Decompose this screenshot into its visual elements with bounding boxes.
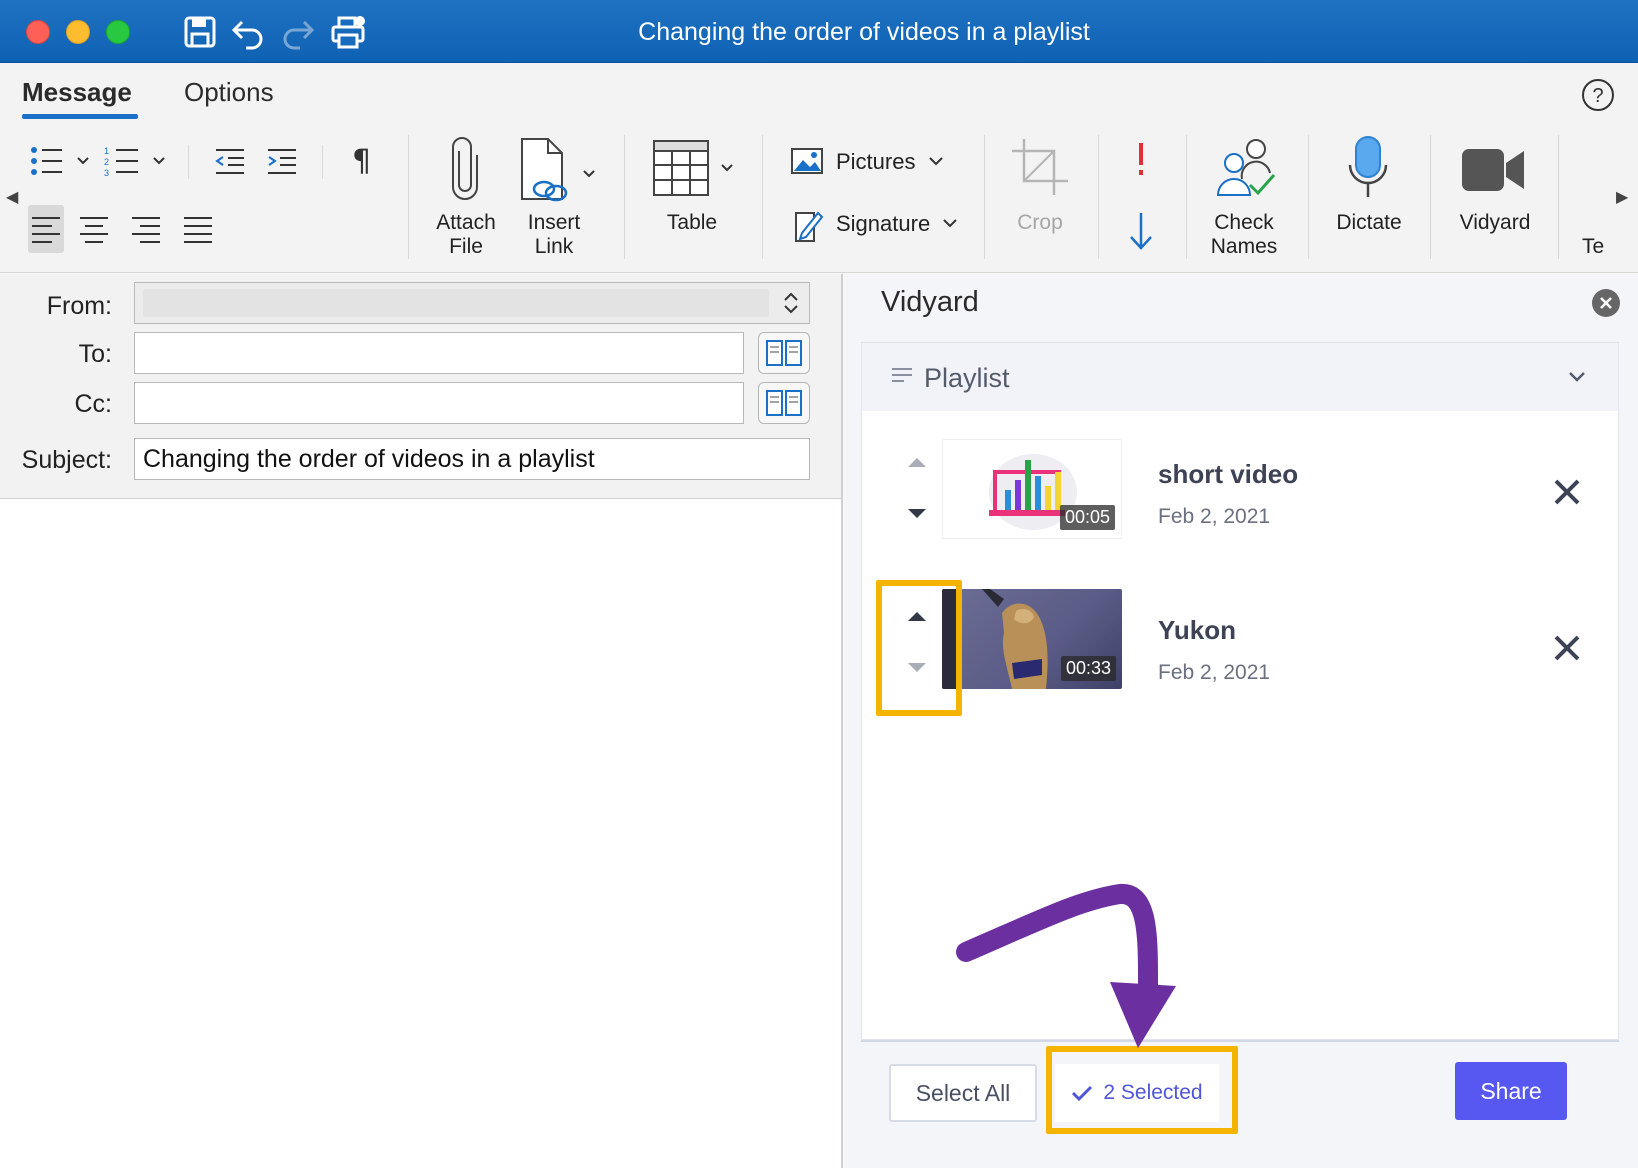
subject-field[interactable]: Changing the order of videos in a playli… bbox=[134, 438, 810, 480]
svg-text:1: 1 bbox=[104, 146, 109, 156]
increase-indent-icon[interactable] bbox=[264, 147, 298, 175]
active-tab-indicator bbox=[22, 114, 138, 119]
crop-button[interactable]: Crop bbox=[1000, 211, 1080, 235]
video-thumbnail[interactable]: 00:33 bbox=[942, 589, 1122, 689]
high-importance-icon[interactable] bbox=[1130, 141, 1152, 177]
address-book-icon bbox=[766, 390, 802, 416]
vidyard-footer: Select All 2 Selected Share bbox=[861, 1040, 1619, 1168]
stepper-arrows-icon[interactable] bbox=[781, 289, 801, 317]
video-date: Feb 2, 2021 bbox=[1158, 505, 1271, 528]
pictures-icon[interactable] bbox=[790, 147, 824, 175]
to-field[interactable] bbox=[134, 332, 744, 374]
check-names-button[interactable]: Check Names bbox=[1198, 211, 1290, 259]
tab-options[interactable]: Options bbox=[184, 77, 274, 108]
low-importance-icon[interactable] bbox=[1128, 211, 1154, 251]
bullets-icon[interactable] bbox=[30, 145, 92, 177]
video-title: Yukon bbox=[1158, 615, 1237, 645]
table-button[interactable]: Table bbox=[652, 211, 732, 235]
crop-icon[interactable] bbox=[1010, 137, 1070, 197]
video-title: short video bbox=[1158, 459, 1299, 489]
cc-label: Cc: bbox=[74, 390, 113, 418]
signature-button[interactable]: Signature bbox=[836, 211, 930, 237]
subject-label: Subject: bbox=[21, 446, 112, 474]
compose-header: From: To: Cc: Subject: Changing the orde… bbox=[0, 274, 841, 499]
cc-field[interactable] bbox=[134, 382, 744, 424]
select-all-button[interactable]: Select All bbox=[889, 1064, 1037, 1122]
playlist-card: Playlist 00:05 short video Feb 2, 2021 0… bbox=[861, 342, 1619, 1040]
message-body[interactable] bbox=[0, 500, 841, 1168]
ribbon-scroll-left-icon[interactable]: ◀ bbox=[6, 187, 18, 207]
move-down-icon[interactable] bbox=[906, 507, 928, 521]
align-left-icon[interactable] bbox=[30, 215, 62, 243]
video-thumbnail[interactable]: 00:05 bbox=[942, 439, 1122, 539]
insert-link-icon[interactable] bbox=[518, 137, 602, 203]
to-address-book-button[interactable] bbox=[758, 332, 810, 374]
from-value-placeholder bbox=[143, 289, 769, 317]
playlist-icon bbox=[892, 368, 912, 382]
highlight-selected-button bbox=[1046, 1046, 1238, 1134]
vidyard-panel: Vidyard Playlist 00:05 short video Feb 2… bbox=[845, 274, 1638, 1168]
svg-text:3: 3 bbox=[104, 168, 109, 177]
paperclip-icon[interactable] bbox=[450, 137, 480, 201]
video-duration: 00:33 bbox=[1060, 656, 1116, 681]
align-right-icon[interactable] bbox=[130, 215, 162, 243]
svg-text:2: 2 bbox=[104, 157, 109, 167]
address-book-icon bbox=[766, 340, 802, 366]
vidyard-button[interactable]: Vidyard bbox=[1448, 211, 1542, 235]
highlight-reorder-arrows bbox=[876, 580, 962, 716]
decrease-indent-icon[interactable] bbox=[212, 147, 246, 175]
remove-video-icon[interactable] bbox=[1552, 477, 1582, 507]
pictures-button[interactable]: Pictures bbox=[836, 149, 915, 175]
close-panel-icon[interactable] bbox=[1591, 288, 1621, 318]
ribbon-tabs: Message Options ? bbox=[0, 63, 1638, 127]
move-up-icon[interactable] bbox=[906, 455, 928, 469]
remove-video-icon[interactable] bbox=[1552, 633, 1582, 663]
templates-button-partial[interactable]: Te bbox=[1582, 235, 1612, 259]
pictures-dropdown-icon[interactable] bbox=[928, 155, 944, 167]
justify-icon[interactable] bbox=[182, 215, 214, 243]
from-label: From: bbox=[46, 292, 112, 320]
numbering-icon[interactable]: 1 2 3 bbox=[104, 145, 168, 177]
from-select[interactable] bbox=[134, 282, 810, 324]
video-date: Feb 2, 2021 bbox=[1158, 661, 1271, 684]
vidyard-panel-title: Vidyard bbox=[881, 286, 979, 318]
chevron-down-icon[interactable] bbox=[1568, 371, 1586, 383]
signature-dropdown-icon[interactable] bbox=[942, 217, 958, 229]
to-label: To: bbox=[78, 340, 112, 368]
attach-file-button[interactable]: Attach File bbox=[424, 211, 508, 259]
ribbon: ◀ ▶ 1 2 3 ¶ Attach File Insert Link Tabl… bbox=[0, 127, 1638, 273]
compose-pane: From: To: Cc: Subject: Changing the orde… bbox=[0, 274, 843, 1168]
help-icon[interactable]: ? bbox=[1580, 77, 1616, 113]
video-duration: 00:05 bbox=[1059, 505, 1115, 530]
paragraph-marks-icon[interactable]: ¶ bbox=[350, 145, 376, 177]
dictate-button[interactable]: Dictate bbox=[1326, 211, 1412, 235]
playlist-title: Playlist bbox=[924, 363, 1010, 393]
check-names-icon[interactable] bbox=[1212, 135, 1278, 201]
signature-icon[interactable] bbox=[792, 207, 824, 243]
align-center-icon[interactable] bbox=[78, 215, 110, 243]
share-button[interactable]: Share bbox=[1455, 1062, 1567, 1120]
title-bar: Changing the order of videos in a playli… bbox=[0, 0, 1638, 63]
svg-text:¶: ¶ bbox=[352, 145, 371, 177]
playlist-header[interactable]: Playlist bbox=[862, 343, 1618, 411]
playlist-item: 00:33 Yukon Feb 2, 2021 bbox=[862, 589, 1618, 705]
video-camera-icon[interactable] bbox=[1460, 147, 1526, 193]
playlist-item: 00:05 short video Feb 2, 2021 bbox=[862, 439, 1618, 549]
ribbon-scroll-right-icon[interactable]: ▶ bbox=[1616, 187, 1628, 207]
cc-address-book-button[interactable] bbox=[758, 382, 810, 424]
window-title: Changing the order of videos in a playli… bbox=[638, 18, 1090, 46]
table-icon[interactable] bbox=[652, 139, 742, 197]
insert-link-button[interactable]: Insert Link bbox=[512, 211, 596, 259]
tab-message[interactable]: Message bbox=[22, 77, 132, 108]
svg-text:?: ? bbox=[1592, 85, 1603, 107]
microphone-icon[interactable] bbox=[1346, 135, 1390, 203]
